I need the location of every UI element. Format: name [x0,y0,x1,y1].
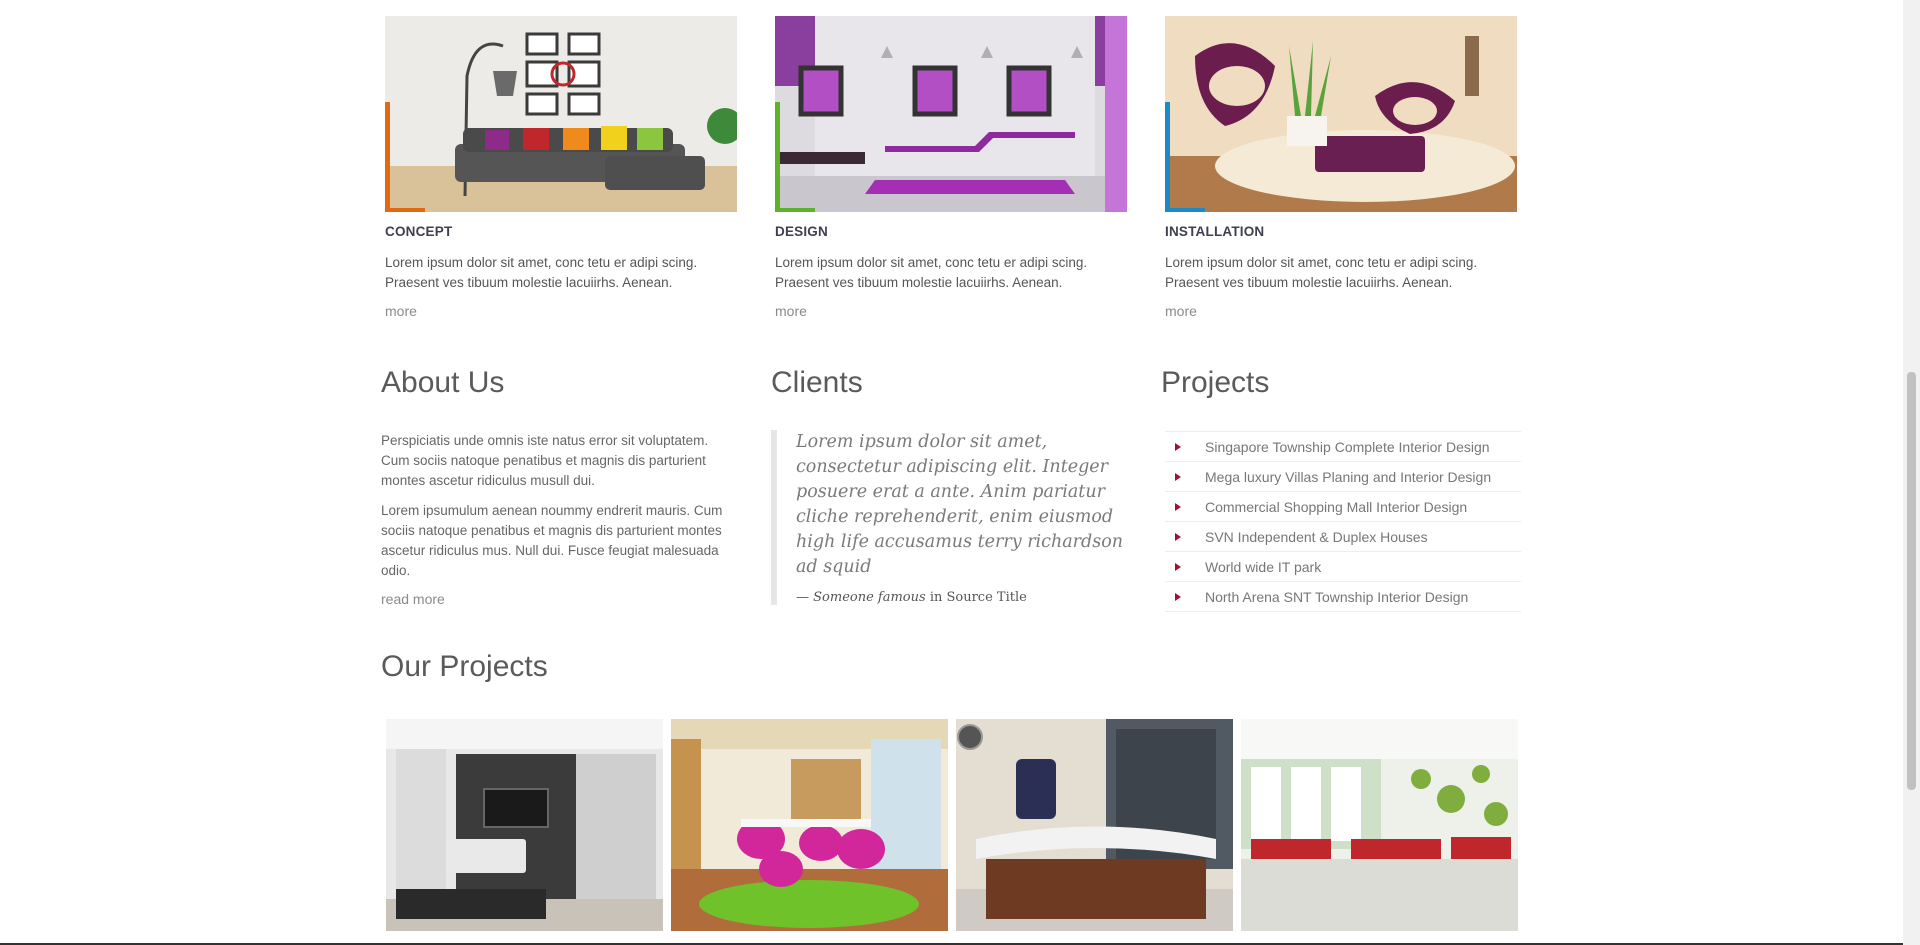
service-text: Lorem ipsum dolor sit amet, conc tetu er… [1165,255,1478,290]
service-card-design: DESIGN Lorem ipsum dolor sit amet, conc … [775,16,1127,319]
gallery-photo[interactable] [671,719,948,931]
project-link[interactable]: Commercial Shopping Mall Interior Design [1205,499,1467,515]
project-link[interactable]: World wide IT park [1205,559,1321,575]
projects-section: Singapore Township Complete Interior Des… [1165,431,1521,612]
gallery-photo[interactable] [1241,719,1518,931]
about-title: About Us [381,366,505,399]
accent-bar [385,102,390,212]
service-text: Lorem ipsum dolor sit amet, conc tetu er… [385,255,698,290]
our-projects-title: Our Projects [381,650,548,683]
client-testimonial: Lorem ipsum dolor sit amet, consectetur … [771,430,1130,605]
cite-source: Source Title [946,590,1027,605]
triangle-right-icon [1175,472,1181,481]
triangle-right-icon [1175,532,1181,541]
project-list-item[interactable]: Commercial Shopping Mall Interior Design [1165,492,1521,522]
service-text: Lorem ipsum dolor sit amet, conc tetu er… [775,255,1088,290]
clients-title: Clients [771,366,863,399]
scrollbar-thumb[interactable] [1907,372,1916,790]
triangle-right-icon [1175,592,1181,601]
service-title: CONCEPT [385,224,453,239]
testimonial-quote: Lorem ipsum dolor sit amet, consectetur … [796,432,1124,577]
project-link[interactable]: Singapore Township Complete Interior Des… [1205,439,1490,455]
service-card-concept: CONCEPT Lorem ipsum dolor sit amet, conc… [385,16,737,319]
services-row: CONCEPT Lorem ipsum dolor sit amet, conc… [381,16,1521,336]
accent-bar-bottom [1165,208,1205,212]
tv-lounge-illustration [386,719,663,931]
triangle-right-icon [1175,502,1181,511]
project-link[interactable]: North Arena SNT Township Interior Design [1205,589,1468,605]
bathroom-illustration [775,16,1127,212]
cite-in: in [925,590,947,605]
cafe-illustration [1241,719,1518,931]
office-desk-illustration [956,719,1233,931]
service-title: DESIGN [775,224,828,239]
accent-bar [1165,102,1170,212]
triangle-right-icon [1175,562,1181,571]
about-section: Perspiciatis unde omnis iste natus error… [381,431,733,609]
projects-gallery [386,719,1519,931]
about-paragraph-1: Perspiciatis unde omnis iste natus error… [381,433,709,488]
triangle-right-icon [1175,442,1181,451]
project-list-item[interactable]: World wide IT park [1165,552,1521,582]
read-more-link[interactable]: read more [381,591,445,607]
more-link[interactable]: more [775,303,1127,319]
testimonial-citation: — Someone famous in Source Title [796,590,1130,605]
pink-dining-illustration [671,719,948,931]
project-list-item[interactable]: SVN Independent & Duplex Houses [1165,522,1521,552]
cite-dash: — [796,590,814,605]
concept-image[interactable] [385,16,737,212]
accent-bar-bottom [775,208,815,212]
service-card-installation: INSTALLATION Lorem ipsum dolor sit amet,… [1165,16,1517,319]
service-title: INSTALLATION [1165,224,1265,239]
project-link[interactable]: SVN Independent & Duplex Houses [1205,529,1428,545]
accent-bar-bottom [385,208,425,212]
design-image[interactable] [775,16,1127,212]
installation-image[interactable] [1165,16,1517,212]
lounge-illustration [1165,16,1517,212]
project-list-item[interactable]: North Arena SNT Township Interior Design [1165,582,1521,612]
project-link[interactable]: Mega luxury Villas Planing and Interior … [1205,469,1491,485]
about-paragraph-2: Lorem ipsumulum aenean noummy endrerit m… [381,503,723,578]
project-list-item[interactable]: Mega luxury Villas Planing and Interior … [1165,462,1521,492]
project-list-item[interactable]: Singapore Township Complete Interior Des… [1165,432,1521,462]
projects-list: Singapore Township Complete Interior Des… [1165,431,1521,612]
accent-bar [775,102,780,212]
gallery-photo[interactable] [956,719,1233,931]
cite-author: Someone famous [813,590,926,605]
more-link[interactable]: more [385,303,737,319]
gallery-photo[interactable] [386,719,663,931]
vertical-scrollbar[interactable] [1903,0,1920,945]
living-room-illustration [385,16,737,212]
projects-title: Projects [1161,366,1270,399]
more-link[interactable]: more [1165,303,1517,319]
